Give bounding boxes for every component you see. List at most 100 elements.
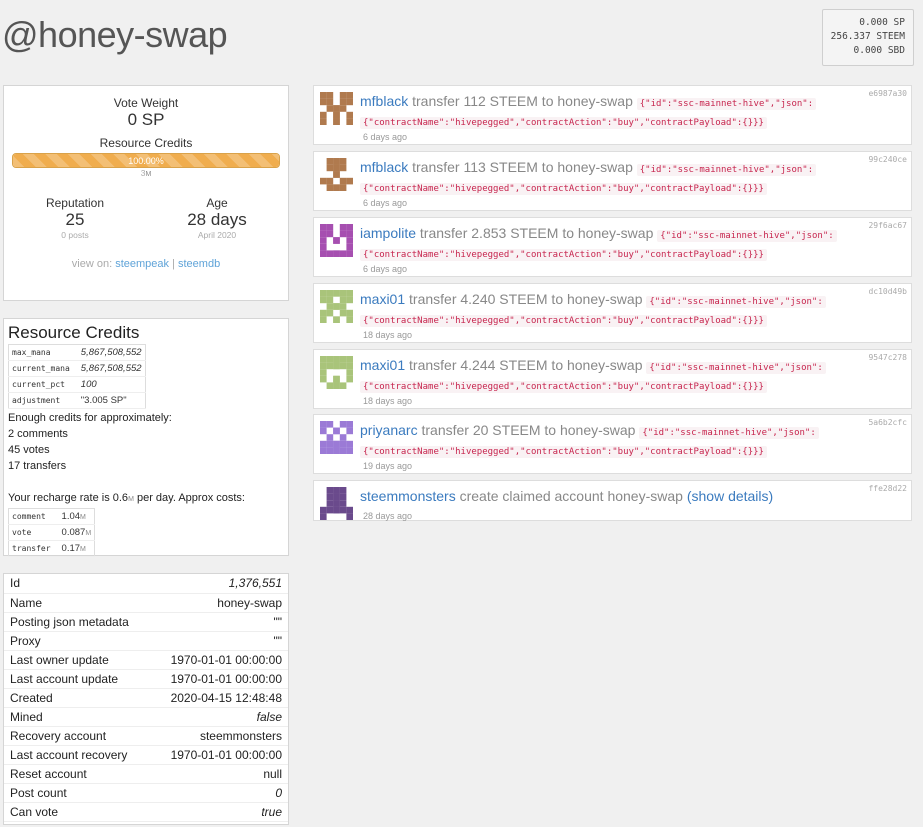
feed-action: transfer 4.240 STEEM to honey-swap — [409, 291, 643, 307]
show-details-link[interactable]: (show details) — [687, 488, 773, 504]
feed-action: create claimed account honey-swap — [459, 488, 683, 504]
tx-hash[interactable]: 5a6b2cfc — [868, 418, 907, 427]
user-link[interactable]: iampolite — [360, 225, 416, 241]
timestamp[interactable]: 19 days ago — [363, 461, 412, 471]
json-line: {"contractName":"hivepegged","contractAc… — [360, 378, 767, 393]
feed-line: maxi01 transfer 4.240 STEEM to honey-swa… — [360, 290, 871, 311]
rc-transfers: 17 transfers — [8, 460, 67, 472]
feed-line: steemmonsters create claimed account hon… — [360, 487, 871, 505]
user-avatar-icon[interactable] — [320, 158, 353, 191]
property-value: "" — [150, 612, 288, 632]
balances-box: 0.000 SP 256.337 STEEM 0.000 SBD — [822, 9, 914, 66]
feed-item: dc10d49b maxi01 transfer 4.240 STEEM to h… — [313, 283, 912, 343]
property-value: 1,376,551 — [150, 574, 288, 594]
feed-item: 99c240ce mfblack transfer 113 STEEM to ho… — [313, 151, 912, 211]
property-value: steemmonsters — [150, 726, 288, 746]
json-line: {"contractName":"hivepegged","contractAc… — [360, 443, 767, 458]
property-key: Name — [4, 593, 151, 613]
tx-hash[interactable]: dc10d49b — [868, 287, 907, 296]
json-payload: {"id":"ssc-mainnet-hive","json": — [636, 164, 817, 176]
timestamp[interactable]: 18 days ago — [363, 330, 412, 340]
table-row: Last account update 1970-01-01 00:00:00 — [4, 669, 288, 689]
json-payload: {"id":"ssc-mainnet-hive","json": — [657, 230, 837, 242]
timestamp[interactable]: 6 days ago — [363, 132, 407, 142]
user-avatar-icon[interactable] — [320, 224, 353, 257]
property-key: Reset account — [4, 764, 151, 784]
rc-enough: Enough credits for approximately: — [8, 412, 172, 424]
user-avatar-icon[interactable] — [320, 487, 353, 520]
timestamp[interactable]: 28 days ago — [363, 511, 412, 521]
feed-action: transfer 112 STEEM to honey-swap — [412, 93, 633, 109]
property-key: Can vote — [4, 802, 151, 822]
table-row: Id 1,376,551 — [4, 574, 288, 594]
table-row: Post count 0 — [4, 783, 288, 803]
rc-title: Resource Credits — [8, 323, 140, 342]
post-count: 0 posts — [61, 230, 89, 240]
property-key: Proxy — [4, 631, 151, 651]
rc-progress-bar: 100.00% — [12, 153, 280, 168]
sbd-balance: 0.000 SBD — [853, 45, 905, 56]
timestamp[interactable]: 6 days ago — [363, 198, 407, 208]
table-row: transfer 0.17M — [8, 540, 95, 557]
tx-hash[interactable]: e6987a30 — [868, 89, 907, 98]
age-label: Age — [206, 196, 228, 210]
tx-hash[interactable]: ffe28d22 — [868, 484, 907, 493]
user-link[interactable]: mfblack — [360, 159, 408, 175]
view-on: view on: steempeak | steemdb — [71, 258, 221, 270]
property-value: 0 — [150, 783, 288, 803]
table-row: vote 0.087M — [8, 524, 95, 541]
property-value: honey-swap — [150, 593, 288, 613]
rc-table: max_mana 5,867,508,552 current_mana 5,867,… — [8, 344, 146, 409]
feed-line: mfblack transfer 112 STEEM to honey-swap… — [360, 92, 871, 113]
property-key: Mined — [4, 707, 151, 727]
table-row: Last owner update 1970-01-01 00:00:00 — [4, 650, 288, 670]
user-link[interactable]: maxi01 — [360, 357, 405, 373]
property-value: "" — [150, 631, 288, 651]
user-link[interactable]: priyanarc — [360, 422, 418, 438]
page-title: @honey-swap — [2, 14, 228, 55]
feed-item: 9547c278 maxi01 transfer 4.244 STEEM to h… — [313, 349, 912, 409]
vote-weight-label: Vote Weight — [113, 96, 179, 110]
feed-action: transfer 2.853 STEEM to honey-swap — [419, 225, 654, 241]
user-link[interactable]: steemmonsters — [360, 488, 456, 504]
age-value: 28 days — [187, 210, 247, 229]
table-row: Mined false — [4, 707, 288, 727]
table-row: Last account recovery 1970-01-01 00:00:00 — [4, 745, 288, 765]
property-value: true — [150, 802, 288, 822]
user-avatar-icon[interactable] — [320, 92, 353, 125]
json-line: {"contractName":"hivepegged","contractAc… — [360, 180, 767, 195]
table-row: adjustment "3.005 SP" — [8, 392, 146, 409]
feed-item: e6987a30 mfblack transfer 112 STEEM to ho… — [313, 85, 912, 145]
feed-item: 29f6ac67 iampolite transfer 2.853 STEEM t… — [313, 217, 912, 277]
property-key: Last owner update — [4, 650, 151, 670]
rc-amount: 3M — [140, 168, 152, 178]
timestamp[interactable]: 18 days ago — [363, 396, 412, 406]
timestamp[interactable]: 6 days ago — [363, 264, 407, 274]
feed-action: transfer 113 STEEM to honey-swap — [412, 159, 633, 175]
summary-panel: Vote Weight 0 SP Resource Credits 100.00… — [3, 85, 289, 301]
table-row: Proxy "" — [4, 631, 288, 651]
json-line: {"contractName":"hivepegged","contractAc… — [360, 114, 767, 129]
user-avatar-icon[interactable] — [320, 356, 353, 389]
json-payload: {"contractName":"hivepegged","contractAc… — [360, 183, 767, 195]
json-line: {"contractName":"hivepegged","contractAc… — [360, 312, 767, 327]
tx-hash[interactable]: 9547c278 — [868, 353, 907, 362]
json-payload: {"id":"ssc-mainnet-hive","json": — [646, 296, 826, 308]
property-key: Created — [4, 688, 151, 708]
tx-hash[interactable]: 99c240ce — [868, 155, 907, 164]
feed-line: priyanarc transfer 20 STEEM to honey-swa… — [360, 421, 871, 442]
user-avatar-icon[interactable] — [320, 290, 353, 323]
table-row: Reset account null — [4, 764, 288, 784]
json-payload: {"id":"ssc-mainnet-hive","json": — [636, 98, 817, 110]
sp-balance: 0.000 SP — [859, 17, 905, 28]
tx-hash[interactable]: 29f6ac67 — [868, 221, 907, 230]
properties-table: Id 1,376,551 Name honey-swap Posting json me… — [4, 574, 288, 822]
steemdb-link[interactable]: steemdb — [178, 258, 220, 270]
user-link[interactable]: maxi01 — [360, 291, 405, 307]
property-value: 1970-01-01 00:00:00 — [150, 669, 288, 689]
rc-label: Resource Credits — [99, 136, 193, 150]
steempeak-link[interactable]: steempeak — [115, 258, 169, 270]
resource-credits-panel: Resource Credits max_mana 5,867,508,552 c… — [3, 318, 289, 557]
user-avatar-icon[interactable] — [320, 421, 353, 454]
user-link[interactable]: mfblack — [360, 93, 408, 109]
